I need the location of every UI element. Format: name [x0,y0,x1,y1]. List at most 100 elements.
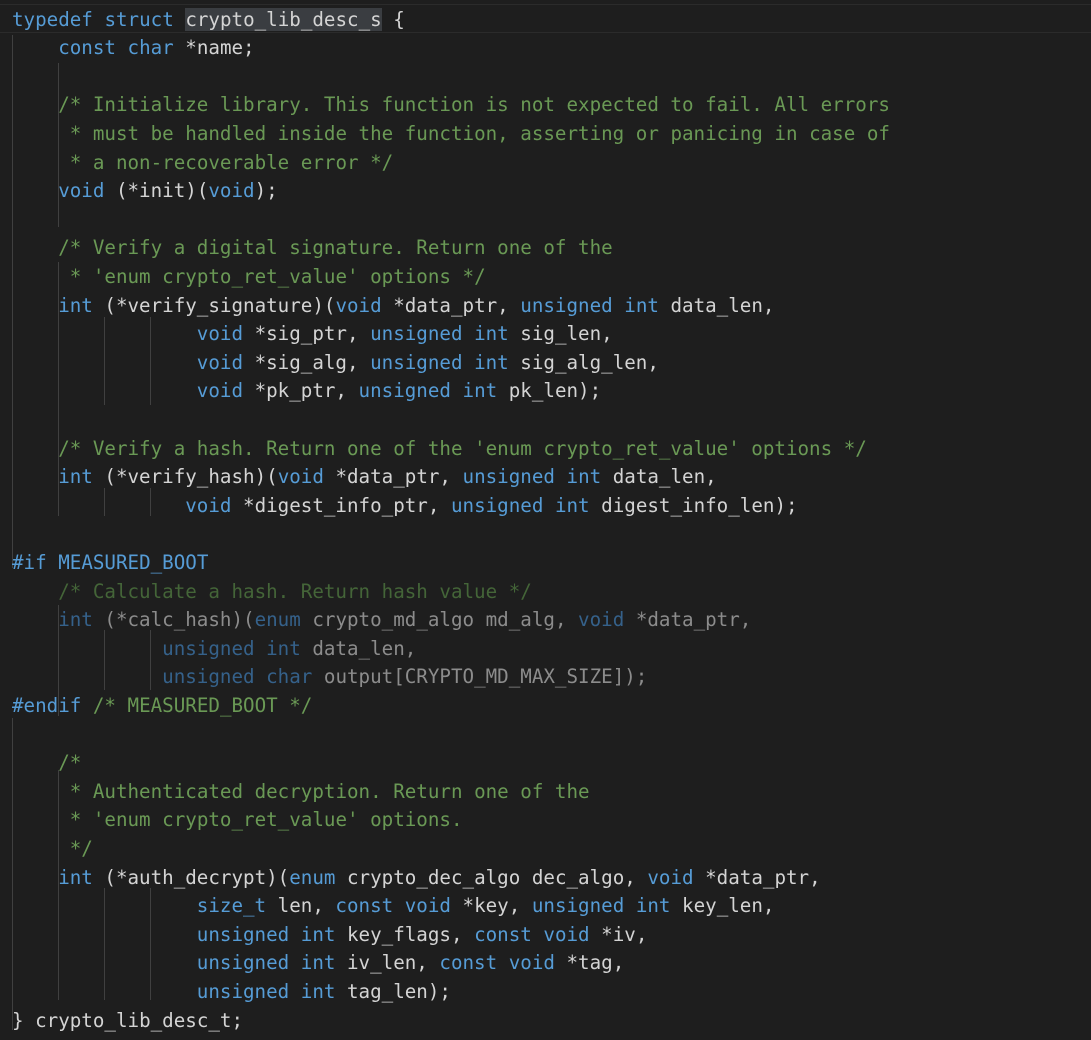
code-token: data_len, [658,293,775,317]
code-line[interactable]: int (*auth_decrypt)(enum crypto_dec_algo… [58,864,820,893]
code-line[interactable]: unsigned int iv_len, const void *tag, [197,949,624,978]
code-token: int [474,322,509,346]
code-token: (*calc_hash)( [92,608,255,632]
code-token: unsigned [462,465,555,489]
code-token: char [266,665,313,689]
code-token: sig_alg_len, [508,350,659,374]
code-line[interactable]: void *pk_ptr, unsigned int pk_len); [197,377,601,406]
code-token: const [439,951,498,975]
code-token: digest_info_len); [589,493,798,517]
code-line[interactable]: int (*calc_hash)(enum crypto_md_algo md_… [58,606,751,635]
code-token: *pk_ptr, [243,379,359,403]
code-token: key_len, [670,894,775,918]
code-line[interactable]: * 'enum crypto_ret_value' options */ [70,263,486,292]
code-token: void [208,179,255,203]
code-token: int [566,465,602,489]
code-token: data_len, [601,465,717,489]
code-token: * Authenticated decryption. Return one o… [69,779,590,803]
indent-guide [150,888,151,1000]
code-token: int [300,951,336,975]
code-token: void [578,608,625,632]
code-token: crypto_md_algo md_alg, [300,608,579,632]
code-token: void [196,350,244,374]
code-token: unsigned [450,493,544,517]
code-line[interactable]: void (*init)(void); [58,177,278,206]
code-line[interactable]: #if MEASURED_BOOT [12,549,208,578]
code-token: tag_len); [335,979,451,1003]
code-token: *data_ptr, [693,865,821,889]
code-token: key_flags, [335,922,475,946]
code-line[interactable]: const char *name; [58,34,254,63]
code-editor[interactable]: typedef struct crypto_lib_desc_s {const … [0,0,1091,1040]
code-token: const [58,36,116,60]
code-token: { [381,7,405,31]
code-line[interactable]: /* Calculate a hash. Return hash value *… [58,578,532,607]
code-line[interactable]: /* Initialize library. This function is … [58,91,890,120]
code-token: void [58,179,105,203]
code-line[interactable]: int (*verify_signature)(void *data_ptr, … [58,292,774,321]
code-line[interactable]: */ [70,835,93,864]
code-token: char [127,36,174,60]
code-line[interactable]: unsigned int tag_len); [197,978,451,1007]
code-token: * a non-recoverable error */ [69,150,394,174]
code-token: enum [254,608,301,632]
code-token: unsigned [162,665,255,689]
code-token: *tag, [554,951,625,975]
code-token: int [58,293,93,317]
code-token: size_t [196,894,267,918]
code-token: unsigned [358,379,451,403]
code-line[interactable]: } crypto_lib_desc_t; [12,1007,243,1036]
code-token: typedef [12,7,93,31]
code-token: /* Verify a digital signature. Return on… [58,236,613,260]
indent-guide [104,630,105,690]
code-token: (*auth_decrypt)( [92,865,290,889]
code-token: void [196,322,244,346]
code-line[interactable]: unsigned int key_flags, const void *iv, [197,921,648,950]
indent-guide [104,317,105,405]
code-token: * 'enum crypto_ret_value' options */ [69,264,486,288]
code-token: unsigned [196,979,290,1003]
code-token: unsigned [520,293,613,317]
code-line[interactable]: * 'enum crypto_ret_value' options. [70,806,463,835]
code-token: #if [12,550,47,574]
code-line[interactable]: /* Verify a hash. Return one of the 'enu… [58,435,867,464]
code-token: } crypto_lib_desc_t; [12,1008,244,1032]
code-line[interactable]: void *sig_alg, unsigned int sig_alg_len, [197,349,659,378]
code-line[interactable]: * must be handled inside the function, a… [70,120,890,149]
code-line[interactable]: unsigned char output[CRYPTO_MD_MAX_SIZE]… [162,663,647,692]
code-token: unsigned [162,636,255,660]
code-token: MEASURED_BOOT [58,550,209,574]
code-token: void [404,894,451,918]
code-token: /* Initialize library. This function is … [58,93,890,117]
code-line[interactable]: /* [58,749,81,778]
code-line[interactable]: * a non-recoverable error */ [70,149,393,178]
indent-guide [12,718,13,1030]
code-token: const [474,922,532,946]
code-line[interactable]: unsigned int data_len, [162,635,416,664]
code-token: struct [104,7,174,31]
code-line[interactable]: * Authenticated decryption. Return one o… [70,778,590,807]
code-line[interactable]: #endif /* MEASURED_BOOT */ [12,692,312,721]
code-line[interactable]: void *digest_info_ptr, unsigned int dige… [185,492,797,521]
code-token: ); [254,179,278,203]
code-token: /* [58,751,82,775]
code-line[interactable]: size_t len, const void *key, unsigned in… [197,892,775,921]
code-token: *name; [173,36,255,60]
code-line[interactable]: /* Verify a digital signature. Return on… [58,234,613,263]
code-line[interactable]: typedef struct crypto_lib_desc_s { [12,6,405,35]
code-line[interactable]: int (*verify_hash)(void *data_ptr, unsig… [58,463,717,492]
code-line[interactable]: void *sig_ptr, unsigned int sig_len, [197,320,613,349]
